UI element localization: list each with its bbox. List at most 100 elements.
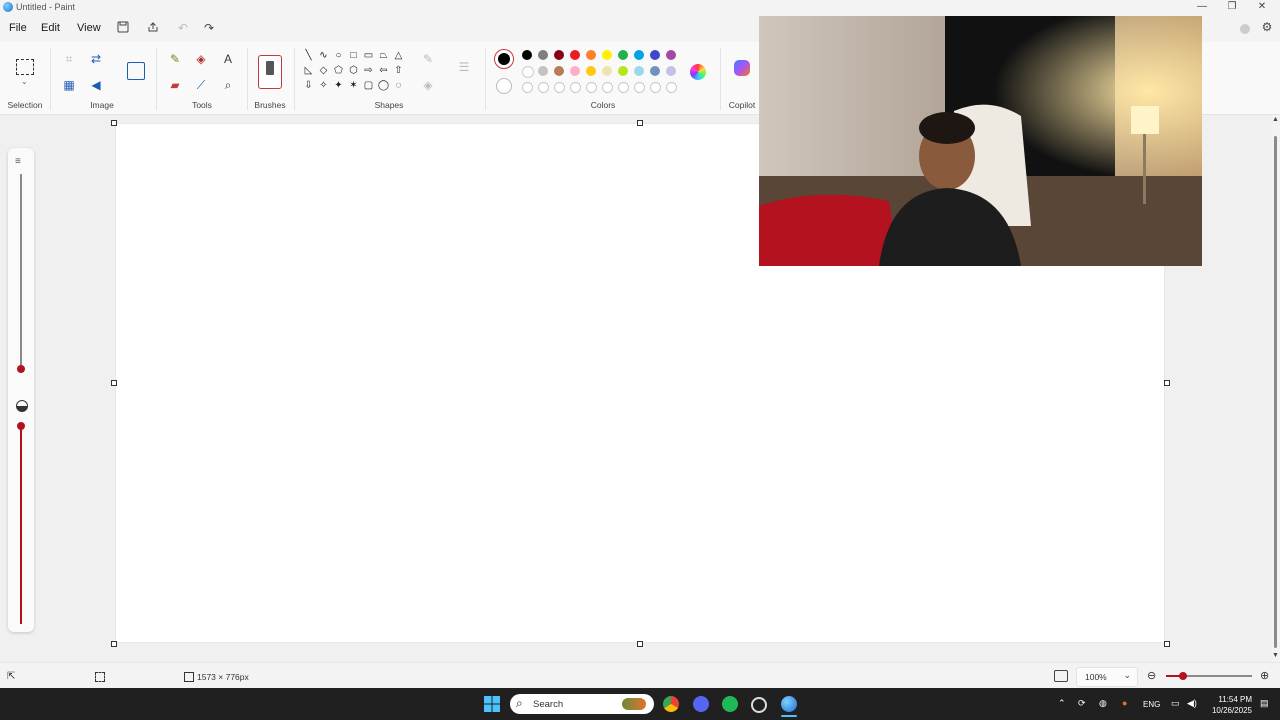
magnifier-icon[interactable]: ⌕: [219, 76, 237, 94]
resize-handle[interactable]: [111, 641, 117, 647]
shape-option[interactable]: ◯: [377, 79, 390, 92]
spotify-icon[interactable]: [722, 696, 738, 712]
color-picker-icon[interactable]: ⟋: [192, 76, 210, 94]
shape-option[interactable]: ⇨: [362, 64, 375, 77]
opacity-slider-track[interactable]: [20, 424, 22, 624]
active-color-ring[interactable]: [494, 49, 514, 69]
shape-option[interactable]: ◺: [302, 64, 315, 77]
menu-edit[interactable]: Edit: [41, 22, 60, 34]
chrome-icon[interactable]: [663, 696, 679, 712]
brushes-button[interactable]: [258, 55, 282, 89]
shape-option[interactable]: ✶: [347, 79, 360, 92]
pencil-icon[interactable]: ✎: [166, 50, 184, 68]
paint-taskbar-icon[interactable]: [781, 696, 797, 712]
color-swatch[interactable]: [602, 50, 612, 60]
windows-start-icon[interactable]: [484, 696, 500, 712]
shape-option[interactable]: □: [347, 49, 360, 62]
selection-tool-icon[interactable]: [16, 59, 34, 75]
recording-app-icon[interactable]: [751, 697, 767, 713]
resize-handle[interactable]: [1164, 641, 1170, 647]
color-swatch[interactable]: [522, 66, 534, 78]
stroke-size-icon[interactable]: ☰: [455, 58, 473, 76]
color-swatch[interactable]: [570, 66, 580, 76]
color-swatch[interactable]: [634, 66, 644, 76]
minimize-button[interactable]: —: [1187, 0, 1217, 16]
scroll-down-arrow[interactable]: ▼: [1272, 652, 1279, 659]
color-swatch[interactable]: [618, 50, 628, 60]
network-icon[interactable]: ▭: [1171, 698, 1180, 709]
discord-tray-icon[interactable]: ◍: [1099, 698, 1107, 709]
resize-handle[interactable]: [637, 120, 643, 126]
copilot-icon[interactable]: [734, 60, 750, 76]
shape-option[interactable]: ⬡: [347, 64, 360, 77]
shape-option[interactable]: ⬠: [332, 64, 345, 77]
shape-option[interactable]: ⇩: [302, 79, 315, 92]
resize-icon[interactable]: ⇄: [87, 50, 105, 68]
discord-icon[interactable]: [693, 696, 709, 712]
shape-fill-icon[interactable]: ◈: [419, 76, 437, 94]
color-swatch[interactable]: [522, 50, 532, 60]
microphone-icon[interactable]: ●: [1122, 698, 1127, 708]
notification-icon[interactable]: ▤: [1260, 698, 1269, 709]
eraser-icon[interactable]: ▰: [166, 76, 184, 94]
custom-color-slot[interactable]: [586, 82, 597, 93]
custom-color-slot[interactable]: [570, 82, 581, 93]
zoom-in-icon[interactable]: ⊕: [1260, 669, 1269, 682]
color-swatch[interactable]: [666, 50, 676, 60]
shape-option[interactable]: ⇧: [392, 64, 405, 77]
shape-option[interactable]: ▭: [362, 49, 375, 62]
custom-color-slot[interactable]: [522, 82, 533, 93]
shape-option[interactable]: ⇦: [377, 64, 390, 77]
share-icon[interactable]: [144, 21, 162, 37]
resize-handle[interactable]: [637, 641, 643, 647]
undo-icon[interactable]: ↶: [174, 21, 192, 37]
zoom-out-icon[interactable]: ⊖: [1147, 669, 1156, 682]
scroll-up-arrow[interactable]: ▲: [1272, 116, 1279, 123]
resize-handle[interactable]: [1164, 380, 1170, 386]
clock[interactable]: 11:54 PM 10/26/2025: [1208, 694, 1252, 716]
shape-option[interactable]: ▢: [362, 79, 375, 92]
color-swatch[interactable]: [602, 66, 612, 76]
color-swatch[interactable]: [554, 50, 564, 60]
edit-colors-icon[interactable]: [690, 64, 706, 80]
zoom-select[interactable]: 100% ⌄: [1076, 667, 1138, 687]
color-swatch[interactable]: [618, 66, 628, 76]
color-swatch[interactable]: [554, 66, 564, 76]
color-swatch[interactable]: [634, 50, 644, 60]
custom-color-slot[interactable]: [554, 82, 565, 93]
resize-handle[interactable]: [111, 380, 117, 386]
shape-option[interactable]: ✦: [332, 79, 345, 92]
remove-background-icon[interactable]: ▦: [60, 76, 78, 94]
color-swatch[interactable]: [666, 66, 676, 76]
opacity-slider-thumb[interactable]: [17, 422, 25, 430]
menu-file[interactable]: File: [9, 22, 27, 34]
custom-color-slot[interactable]: [618, 82, 629, 93]
color-swatch[interactable]: [538, 50, 548, 60]
menu-view[interactable]: View: [77, 22, 101, 34]
volume-icon[interactable]: ◀): [1187, 698, 1197, 709]
size-slider-thumb[interactable]: [17, 365, 25, 373]
close-button[interactable]: ✕: [1247, 0, 1277, 16]
shape-option[interactable]: ∿: [317, 49, 330, 62]
color-swatch[interactable]: [538, 66, 548, 76]
save-icon[interactable]: [114, 21, 132, 37]
custom-color-slot[interactable]: [538, 82, 549, 93]
shape-option[interactable]: ◌: [392, 79, 405, 92]
shape-option[interactable]: ✧: [317, 79, 330, 92]
color-swatch[interactable]: [650, 66, 660, 76]
text-tool-icon[interactable]: A: [219, 50, 237, 68]
vertical-scrollbar[interactable]: [1274, 136, 1277, 648]
custom-color-slot[interactable]: [602, 82, 613, 93]
chevron-down-icon[interactable]: ⌄: [21, 77, 28, 86]
outline-icon[interactable]: ✎: [419, 50, 437, 68]
language-indicator[interactable]: ENG: [1143, 700, 1160, 709]
shape-option[interactable]: ○: [332, 49, 345, 62]
shape-option[interactable]: ╲: [302, 49, 315, 62]
fill-bucket-icon[interactable]: ◈: [192, 50, 210, 68]
rotate-icon[interactable]: ◀: [87, 76, 105, 94]
shape-option[interactable]: ⏢: [377, 49, 390, 62]
custom-color-slot[interactable]: [634, 82, 645, 93]
resize-handle[interactable]: [111, 120, 117, 126]
custom-color-slot[interactable]: [666, 82, 677, 93]
custom-color-slot[interactable]: [650, 82, 661, 93]
